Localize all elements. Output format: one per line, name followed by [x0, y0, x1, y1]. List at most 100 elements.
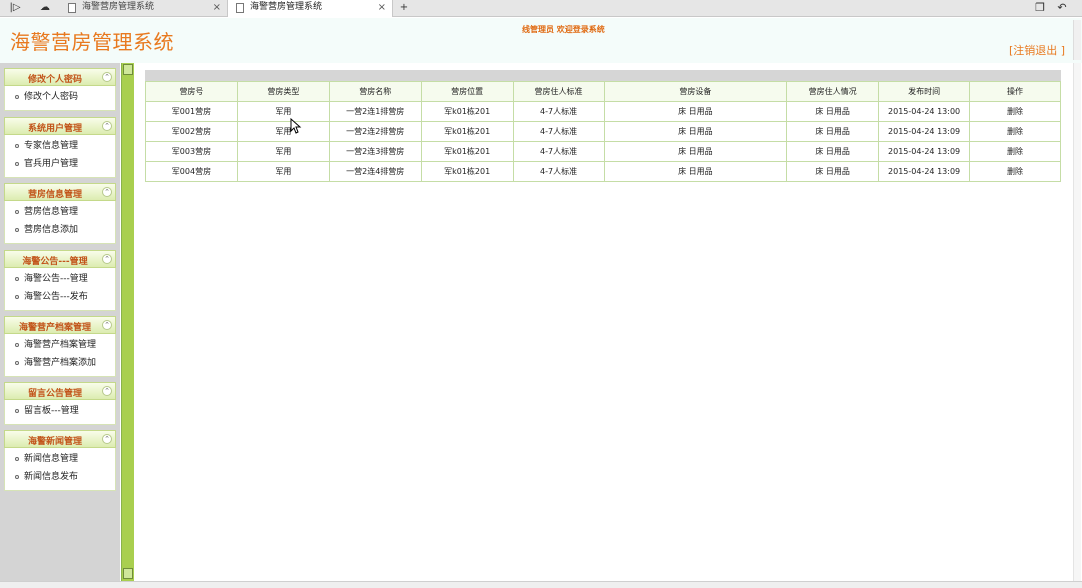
sidebar-item-label: 专家信息管理 — [24, 141, 79, 151]
column-header: 营房住人情况 — [786, 81, 880, 102]
sidebar-item[interactable]: 海警营产档案添加 — [5, 354, 115, 372]
browser-tab-active[interactable]: 海警营房管理系统 × — [228, 0, 393, 17]
column-header: 营房住人标准 — [512, 81, 605, 102]
table-cell: 4-7人标准 — [512, 121, 605, 142]
table-cell: 床 日用品 — [603, 121, 788, 142]
table-cell: 军k01栋201 — [420, 101, 514, 122]
barracks-table: 营房号 营房类型 营房名称 营房位置 营房住人标准 营房设备 营房住人情况 发布时间 操作 军0… — [145, 81, 1061, 182]
collapse-icon[interactable]: ⌃ — [102, 434, 112, 444]
sidebar-splitter[interactable] — [121, 63, 134, 581]
tab-close-icon[interactable]: × — [378, 0, 386, 15]
sidebar-group-header[interactable]: 留言公告管理 ⌃ — [4, 382, 116, 400]
status-bar — [0, 581, 1082, 588]
sidebar-item-label: 新闻信息管理 — [24, 454, 79, 464]
sidebar-group: 修改个人密码 ⌃ 修改个人密码 — [4, 68, 116, 111]
sidebar-item-label: 营房信息管理 — [24, 207, 79, 217]
bullet-icon — [15, 361, 19, 365]
table-cell: 床 日用品 — [603, 141, 788, 162]
table-cell: 军k01栋201 — [420, 121, 514, 142]
sidebar-item-label: 海警公告---管理 — [24, 274, 88, 284]
collapse-icon[interactable]: ⌃ — [102, 386, 112, 396]
delete-link[interactable]: 删除 — [969, 101, 1061, 122]
sidebar-group: 海警新闻管理 ⌃ 新闻信息管理新闻信息发布 — [4, 430, 116, 491]
bullet-icon — [15, 343, 19, 347]
sidebar-group-header[interactable]: 营房信息管理 ⌃ — [4, 183, 116, 201]
logout-link[interactable]: [注销退出 ] — [1009, 42, 1065, 58]
sidebar-group-items: 留言板---管理 — [4, 400, 116, 425]
sidebar-group-title: 海警营产档案管理 — [18, 323, 91, 333]
column-header: 营房位置 — [420, 81, 514, 102]
bullet-icon — [15, 475, 19, 479]
collapse-icon[interactable]: ⌃ — [102, 121, 112, 131]
sidebar-item[interactable]: 海警公告---管理 — [5, 270, 115, 288]
sidebar-toggle-icon[interactable]: |▷ — [2, 0, 28, 16]
sidebar-group-header[interactable]: 修改个人密码 ⌃ — [4, 68, 116, 86]
column-header: 发布时间 — [878, 81, 971, 102]
tab-close-icon[interactable]: × — [213, 0, 221, 15]
sidebar-item[interactable]: 营房信息管理 — [5, 203, 115, 221]
sidebar-item[interactable]: 修改个人密码 — [5, 88, 115, 106]
table-cell: 2015-04-24 13:09 — [878, 141, 971, 162]
sidebar-item-label: 海警营产档案管理 — [24, 340, 97, 350]
table-cell: 一营2连1排营房 — [328, 101, 422, 122]
cloud-icon[interactable]: ☁ — [32, 0, 58, 16]
sidebar-group: 营房信息管理 ⌃ 营房信息管理 营房信息添加 — [4, 183, 116, 244]
header-scrollbar[interactable] — [1073, 20, 1081, 60]
sidebar-group-header[interactable]: 海警新闻管理 ⌃ — [4, 430, 116, 448]
table-cell: 床 日用品 — [786, 141, 880, 162]
sidebar-group-items: 修改个人密码 — [4, 86, 116, 111]
delete-link[interactable]: 删除 — [969, 161, 1061, 182]
sidebar-group: 系统用户管理 ⌃ 专家信息管理官兵用户管理 — [4, 117, 116, 178]
collapse-icon[interactable]: ⌃ — [102, 187, 112, 197]
sidebar-group-header[interactable]: 海警公告---管理 ⌃ — [4, 250, 116, 268]
restore-window-icon[interactable]: ❐ — [1030, 0, 1050, 16]
undo-icon[interactable]: ↶ — [1052, 0, 1072, 16]
collapse-icon[interactable]: ⌃ — [102, 254, 112, 264]
splitter-top-cap[interactable] — [123, 64, 133, 75]
sidebar-item-label: 营房信息添加 — [24, 225, 79, 235]
sidebar-group-items: 新闻信息管理新闻信息发布 — [4, 448, 116, 491]
collapse-icon[interactable]: ⌃ — [102, 320, 112, 330]
table-cell: 2015-04-24 13:00 — [878, 101, 971, 122]
sidebar-item[interactable]: 留言板---管理 — [5, 402, 115, 420]
sidebar-item[interactable]: 营房信息添加 — [5, 221, 115, 239]
delete-link[interactable]: 删除 — [969, 121, 1061, 142]
table-header-row: 营房号 营房类型 营房名称 营房位置 营房住人标准 营房设备 营房住人情况 发布时间 操作 — [145, 81, 1061, 102]
table-cell: 一营2连3排营房 — [328, 141, 422, 162]
column-header: 操作 — [969, 81, 1061, 102]
sidebar-item-label: 海警公告---发布 — [24, 292, 88, 302]
sidebar-group-title: 修改个人密码 — [27, 75, 82, 85]
column-header: 营房号 — [145, 81, 238, 102]
sidebar-item[interactable]: 专家信息管理 — [5, 137, 115, 155]
table-cell: 军用 — [236, 161, 330, 182]
sidebar-group: 海警公告---管理 ⌃ 海警公告---管理 海警公告---发布 — [4, 250, 116, 311]
sidebar-group-header[interactable]: 海警营产档案管理 ⌃ — [4, 316, 116, 334]
sidebar-item[interactable]: 海警营产档案管理 — [5, 336, 115, 354]
browser-tab[interactable]: 海警营房管理系统 × — [60, 0, 228, 17]
tab-label: 海警营房管理系统 — [250, 2, 323, 12]
collapse-icon[interactable]: ⌃ — [102, 72, 112, 82]
bullet-icon — [15, 409, 19, 413]
table-cell: 军001营房 — [145, 101, 238, 122]
main-scrollbar[interactable] — [1073, 63, 1081, 581]
sidebar-group-header[interactable]: 系统用户管理 ⌃ — [4, 117, 116, 135]
bullet-icon — [15, 162, 19, 166]
sidebar-item[interactable]: 官兵用户管理 — [5, 155, 115, 173]
sidebar-item[interactable]: 海警公告---发布 — [5, 288, 115, 306]
sidebar-group-title: 海警新闻管理 — [27, 437, 82, 447]
table-cell: 军004营房 — [145, 161, 238, 182]
welcome-text: 线管理员 欢迎登录系统 — [522, 25, 605, 34]
sidebar-item[interactable]: 新闻信息发布 — [5, 468, 115, 486]
table-cell: 4-7人标准 — [512, 161, 605, 182]
splitter-bottom-cap[interactable] — [123, 568, 133, 579]
sidebar-group: 留言公告管理 ⌃ 留言板---管理 — [4, 382, 116, 425]
new-tab-button[interactable]: + — [394, 0, 414, 16]
table-row: 军001营房 军用 一营2连1排营房 军k01栋201 4-7人标准床 日用品床 日用品… — [145, 101, 1061, 122]
table-cell: 床 日用品 — [786, 161, 880, 182]
page-header: 海警营房管理系统 线管理员 欢迎登录系统 [注销退出 ] — [0, 18, 1082, 63]
delete-link[interactable]: 删除 — [969, 141, 1061, 162]
table-row: 军002营房 军用 一营2连2排营房 军k01栋201 4-7人标准床 日用品床 日用品… — [145, 121, 1061, 142]
table-cell: 床 日用品 — [786, 121, 880, 142]
sidebar-item-label: 留言板---管理 — [24, 406, 79, 416]
sidebar-item[interactable]: 新闻信息管理 — [5, 450, 115, 468]
